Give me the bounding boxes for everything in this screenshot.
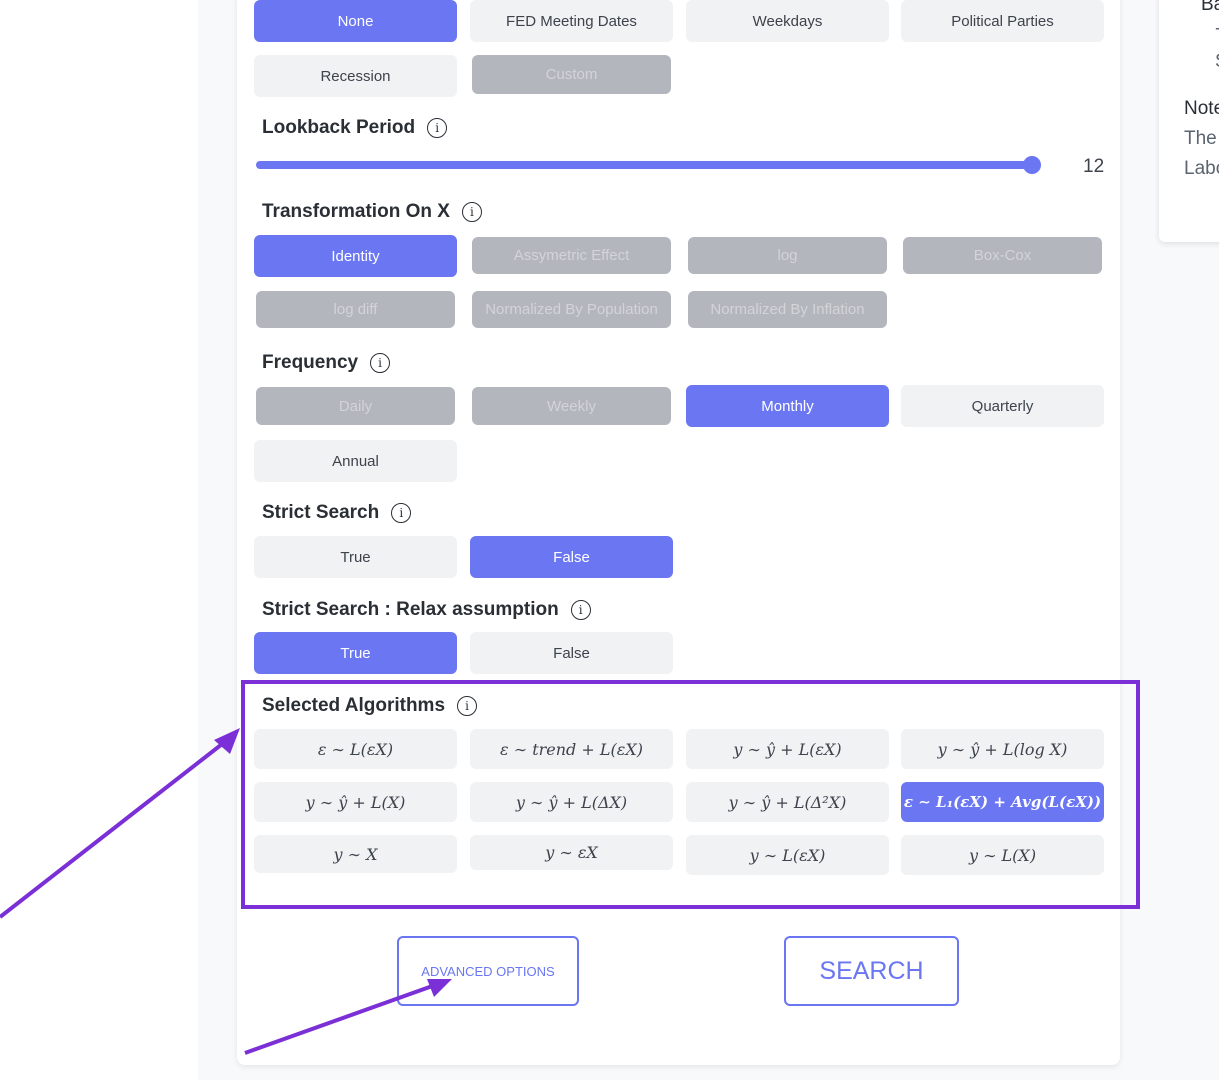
info-icon[interactable]: i (570, 600, 591, 620)
relax-true[interactable]: True (254, 632, 457, 674)
info-icon[interactable]: i (370, 353, 391, 373)
frequency-quarterly[interactable]: Quarterly (901, 385, 1104, 427)
frequency-weekly: Weekly (472, 387, 671, 425)
lookback-slider-track[interactable] (256, 161, 1032, 169)
transformation-heading: Transformation On X i (262, 201, 482, 223)
lookback-heading: Lookback Period i (262, 117, 448, 139)
side-text: - (1215, 18, 1219, 40)
event-option-recession[interactable]: Recession (254, 55, 457, 97)
advanced-options-button[interactable]: ADVANCED OPTIONS (397, 936, 579, 1006)
event-option-custom: Custom (472, 55, 671, 94)
transform-log: log (688, 237, 887, 274)
side-text: The (1184, 128, 1217, 149)
search-button[interactable]: SEARCH (784, 936, 959, 1006)
highlight-box-annotation (241, 680, 1140, 909)
side-info-panel: Ba - S Note The Labo (1159, 0, 1219, 242)
lookback-slider-thumb[interactable] (1023, 156, 1041, 174)
transform-population: Normalized By Population (472, 291, 671, 328)
side-note-heading: Note (1184, 98, 1219, 119)
side-text: Labo (1184, 158, 1219, 179)
event-option-parties[interactable]: Political Parties (901, 0, 1104, 42)
relax-heading: Strict Search : Relax assumption i (262, 599, 591, 621)
strict-false[interactable]: False (470, 536, 673, 578)
side-text: S (1215, 51, 1219, 73)
frequency-monthly[interactable]: Monthly (686, 385, 889, 427)
strict-search-label: Strict Search (262, 502, 380, 523)
strict-search-heading: Strict Search i (262, 502, 412, 524)
info-icon[interactable]: i (427, 118, 448, 138)
frequency-heading: Frequency i (262, 352, 391, 374)
info-icon[interactable]: i (391, 503, 412, 523)
info-icon[interactable]: i (461, 202, 482, 222)
lookback-value: 12 (1083, 156, 1105, 177)
transform-identity[interactable]: Identity (254, 235, 457, 277)
transform-box-cox: Box-Cox (903, 237, 1102, 274)
relax-label: Strict Search : Relax assumption (262, 599, 559, 620)
transformation-label: Transformation On X (262, 201, 450, 222)
transform-inflation: Normalized By Inflation (688, 291, 887, 328)
event-option-none[interactable]: None (254, 0, 457, 42)
frequency-daily: Daily (256, 387, 455, 425)
strict-true[interactable]: True (254, 536, 457, 578)
transform-asymmetric: Assymetric Effect (472, 237, 671, 274)
event-option-fed[interactable]: FED Meeting Dates (470, 0, 673, 42)
relax-false[interactable]: False (470, 632, 673, 674)
frequency-annual[interactable]: Annual (254, 440, 457, 482)
lookback-label: Lookback Period (262, 117, 416, 138)
arrow-to-algorithms (0, 739, 228, 919)
transform-log-diff: log diff (256, 291, 455, 328)
frequency-label: Frequency (262, 352, 359, 373)
side-text: Ba (1201, 0, 1219, 15)
event-option-weekdays[interactable]: Weekdays (686, 0, 889, 42)
